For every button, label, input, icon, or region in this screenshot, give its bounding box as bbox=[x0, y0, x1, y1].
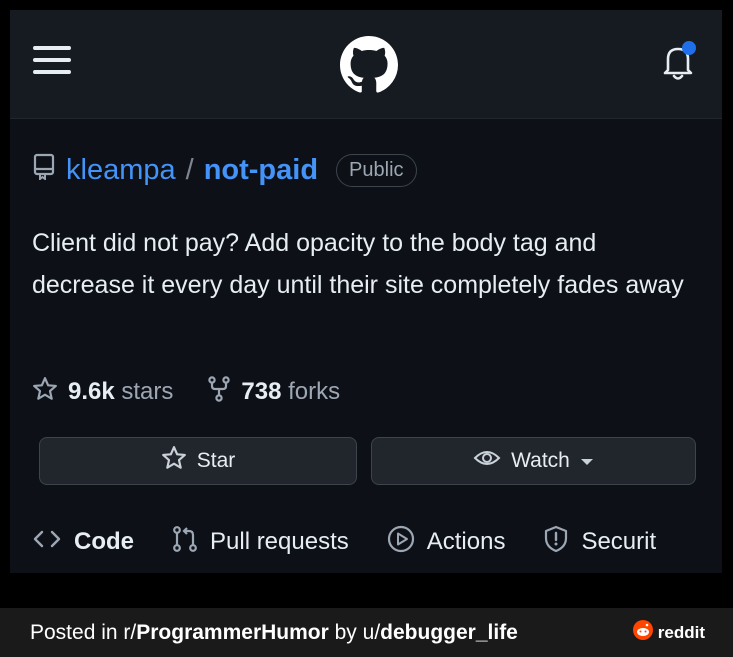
repo-separator: / bbox=[185, 153, 194, 186]
tab-code[interactable]: Code bbox=[32, 528, 134, 557]
subreddit-link[interactable]: ProgrammerHumor bbox=[136, 621, 329, 644]
post-attribution: Posted in r/ProgrammerHumor by u/debugge… bbox=[30, 621, 518, 645]
pull-request-icon bbox=[172, 525, 198, 560]
repo-icon bbox=[32, 152, 56, 188]
star-outline-icon bbox=[32, 376, 58, 409]
shield-icon bbox=[543, 525, 569, 560]
posted-in-text: Posted in r/ bbox=[30, 620, 137, 644]
github-logo-icon[interactable] bbox=[340, 36, 398, 94]
star-button-label: Star bbox=[196, 449, 236, 472]
stars-link[interactable]: 9.6k stars bbox=[32, 376, 173, 409]
repo-owner-link[interactable]: kleampa bbox=[66, 154, 176, 187]
tab-actions-label: Actions bbox=[426, 528, 506, 555]
tab-actions[interactable]: Actions bbox=[387, 525, 506, 560]
tab-pull-requests-label: Pull requests bbox=[210, 528, 349, 555]
code-icon bbox=[32, 528, 62, 557]
repo-title: kleampa / not-paid Public bbox=[32, 150, 417, 190]
tab-security-label: Securit bbox=[581, 528, 657, 555]
stars-label: stars bbox=[121, 378, 174, 405]
caret-down-icon bbox=[580, 449, 594, 473]
tab-security[interactable]: Securit bbox=[543, 525, 656, 560]
tab-code-label: Code bbox=[74, 528, 134, 555]
reddit-wordmark: reddit bbox=[657, 622, 705, 642]
forks-label: forks bbox=[288, 378, 341, 405]
play-icon bbox=[387, 525, 415, 560]
reddit-alien-icon bbox=[632, 620, 653, 645]
notification-dot bbox=[682, 41, 696, 55]
tab-pull-requests[interactable]: Pull requests bbox=[172, 525, 349, 560]
user-link[interactable]: debugger_life bbox=[380, 621, 518, 644]
watch-button[interactable]: Watch bbox=[371, 437, 696, 485]
by-text: by u/ bbox=[328, 620, 381, 644]
reddit-logo: reddit bbox=[632, 620, 705, 645]
repo-description: Client did not pay? Add opacity to the b… bbox=[32, 229, 684, 299]
forks-link[interactable]: 738 forks bbox=[207, 375, 341, 409]
top-navigation-bar bbox=[10, 10, 722, 119]
github-screenshot: kleampa / not-paid Public Client did not… bbox=[10, 10, 722, 573]
star-outline-icon bbox=[161, 445, 187, 477]
repo-tabs: Code Pull requests Actions Securit bbox=[32, 520, 722, 564]
visibility-badge: Public bbox=[336, 153, 417, 187]
watch-button-label: Watch bbox=[511, 449, 570, 472]
star-button[interactable]: Star bbox=[39, 437, 357, 485]
repo-name-link[interactable]: not-paid bbox=[204, 154, 318, 187]
repo-stats: 9.6k stars 738 forks bbox=[32, 372, 374, 412]
reddit-footer: Posted in r/ProgrammerHumor by u/debugge… bbox=[0, 608, 733, 657]
bell-icon[interactable] bbox=[658, 40, 698, 84]
forks-count: 738 bbox=[241, 378, 282, 405]
fork-icon bbox=[207, 375, 231, 409]
eye-icon bbox=[473, 447, 501, 475]
stars-count: 9.6k bbox=[68, 378, 115, 405]
hamburger-menu-icon[interactable] bbox=[30, 40, 74, 80]
